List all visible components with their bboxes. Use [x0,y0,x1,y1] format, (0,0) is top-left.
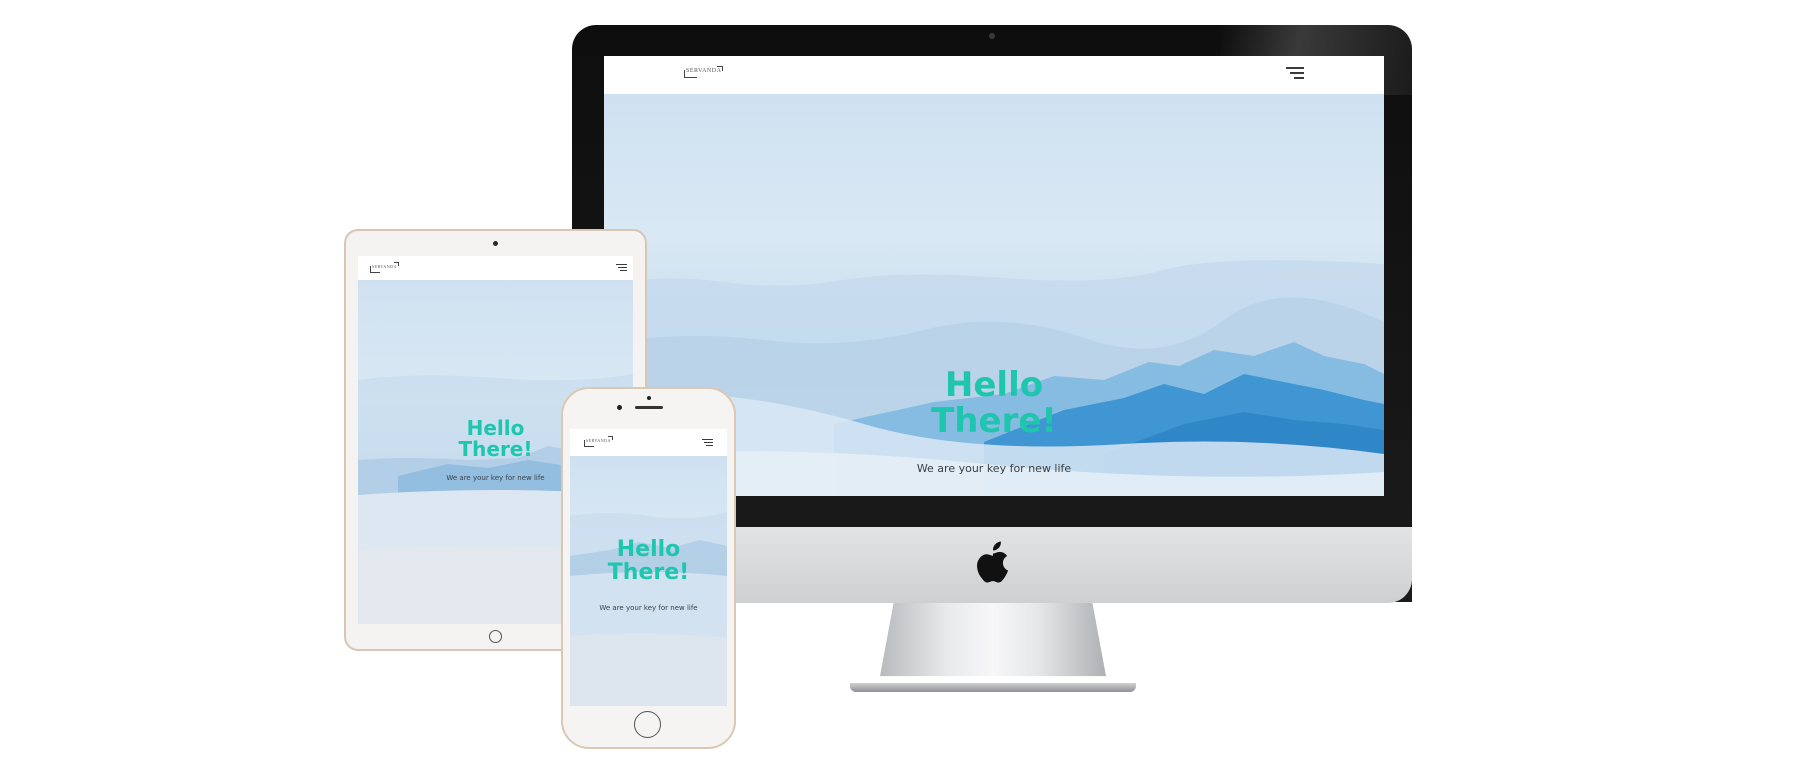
imac-stand-foot [850,683,1136,692]
site-logo[interactable]: SERVANDA [683,66,724,78]
hero-title-line1: Hello [944,365,1044,405]
hero-title-line2: There! [931,400,1057,441]
hero-title-line2: There! [607,560,690,586]
hamburger-menu-icon[interactable] [702,439,713,447]
imac-stand [880,603,1106,677]
hero-title-line2: There! [458,437,533,461]
hero-title-line1: Hello [616,537,681,562]
site-navbar: SERVANDA [358,256,633,280]
site-navbar: SERVANDA [604,56,1384,94]
site-logo[interactable]: SERVANDA [370,262,399,273]
hamburger-menu-icon[interactable] [1286,67,1304,81]
iphone-camera [647,396,651,400]
site-navbar: SERVANDA [570,429,727,456]
hero-subtitle: We are your key for new life [599,604,698,612]
iphone-speaker [635,406,663,409]
hero-title: Hello There! [570,538,727,584]
site-logo[interactable]: SERVANDA [584,436,613,447]
iphone-screen: SERVANDA Hello There! We are your key fo… [570,429,727,706]
iphone-home-button [634,711,661,738]
apple-logo-icon [977,541,1009,583]
ipad-camera [493,241,498,246]
iphone-sensor [617,405,622,410]
imac-camera [989,33,995,39]
hamburger-menu-icon[interactable] [616,264,627,272]
ipad-home-button [489,630,502,643]
hero-section: Hello There! We are your key for new lif… [570,456,727,706]
